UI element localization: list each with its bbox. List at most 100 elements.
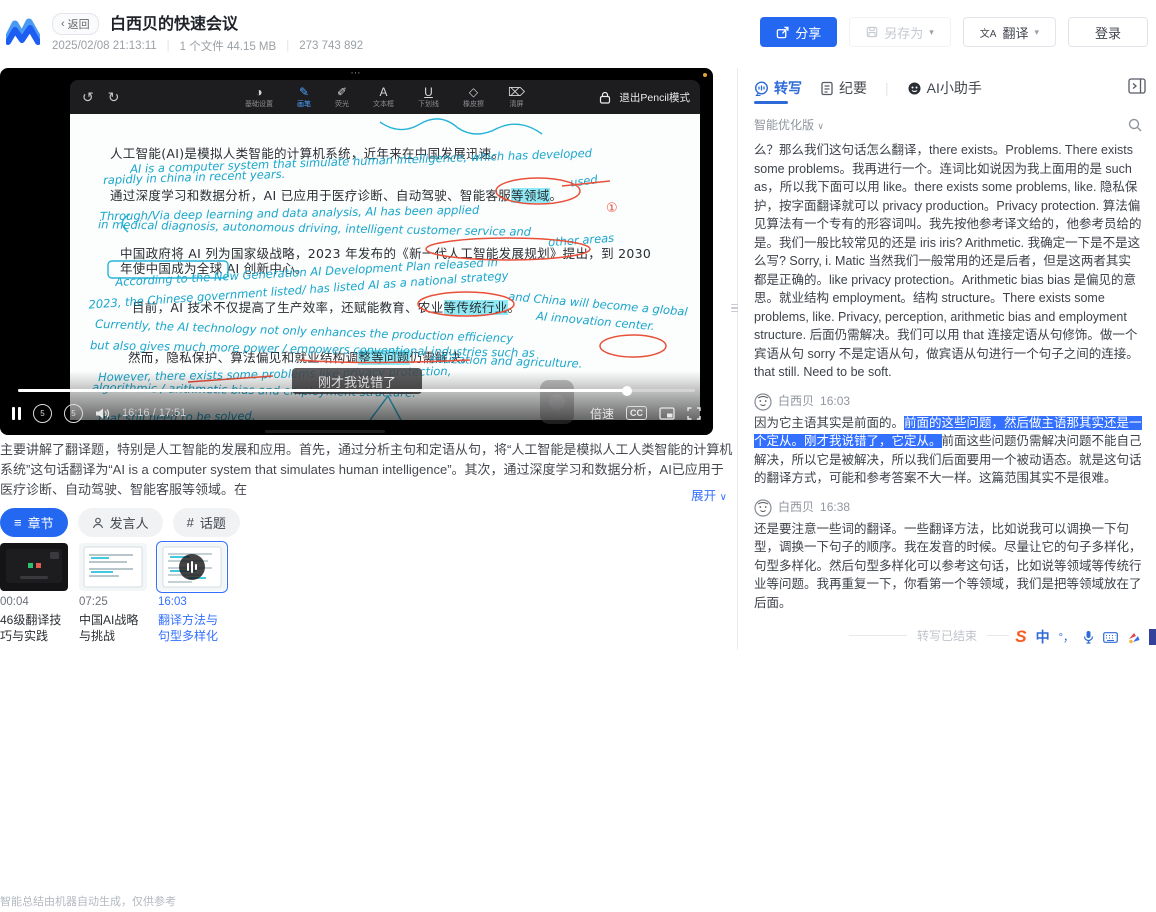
search-icon[interactable]	[1128, 118, 1142, 132]
menu-icon: ≡	[14, 515, 22, 530]
collapse-panel-icon[interactable]	[1128, 78, 1146, 94]
recording-dot	[703, 73, 707, 77]
entry-timestamp[interactable]: 16:03	[820, 392, 850, 411]
player-controls: 5 5 16:16 / 17:51 倍速 CC	[0, 371, 713, 435]
tool-eraser[interactable]: ◇ 橡皮擦	[463, 86, 484, 108]
transcribe-icon	[754, 81, 769, 96]
progress-bar[interactable]	[18, 389, 695, 392]
transcript-entry-header: 白西贝 16:38	[754, 499, 1142, 517]
sogou-logo-icon[interactable]: S	[1015, 627, 1026, 647]
app-logo-icon	[6, 16, 40, 46]
transcript-paragraph[interactable]: 么？那么我们这句话怎么翻译，there exists。Problems. The…	[754, 141, 1142, 382]
ai-assistant-icon	[907, 81, 922, 96]
app-header: ‹ 返回 白西贝的快速会议 2025/02/08 21:13:11 | 1 个文…	[0, 0, 1156, 62]
time-display: 16:16 / 17:51	[122, 407, 186, 419]
underline-icon: U	[424, 86, 433, 99]
pip-icon[interactable]	[659, 407, 675, 420]
back-button[interactable]: ‹ 返回	[52, 13, 99, 35]
tool-clear[interactable]: ⌦ 清屏	[508, 86, 525, 108]
entry-timestamp[interactable]: 16:38	[820, 498, 850, 517]
tool-highlighter[interactable]: ✐ 荧光	[335, 86, 349, 108]
version-dropdown[interactable]: 智能优化版 ∨	[754, 116, 824, 133]
clear-board-icon: ⌦	[508, 86, 525, 99]
fullscreen-icon[interactable]	[687, 407, 701, 420]
playing-indicator-icon	[179, 554, 205, 580]
video-player[interactable]: ⋯ ↺ ↻ ◑ 基础设置 ✎ 画笔 ✐ 荧光 A 文本框 U	[0, 68, 713, 435]
chapter-time[interactable]: 16:03	[158, 596, 237, 608]
tab-transcribe[interactable]: 转写	[754, 78, 802, 98]
transcript-entry-header: 白西贝 16:03	[754, 393, 1142, 411]
progress-knob[interactable]	[622, 386, 632, 396]
transcript-body[interactable]: 么？那么我们这句话怎么翻译，there exists。Problems. The…	[754, 138, 1142, 620]
filter-topics[interactable]: # 话题	[173, 508, 240, 537]
thumb-preview	[79, 543, 147, 591]
volume-icon[interactable]	[95, 407, 110, 420]
chevron-left-icon: ‹	[61, 18, 65, 30]
forward-5s-button[interactable]: 5	[64, 404, 83, 423]
ime-language-toggle[interactable]: 中	[1036, 627, 1050, 647]
tab-minutes[interactable]: 纪要	[820, 78, 867, 98]
expand-link[interactable]: 展开 ∨	[685, 486, 727, 508]
share-button[interactable]: 分享	[760, 17, 837, 47]
speaker-name[interactable]: 白西贝	[778, 392, 814, 411]
pause-button[interactable]	[12, 407, 21, 420]
login-button[interactable]: 登录	[1068, 17, 1148, 47]
filter-chapters[interactable]: ≡ 章节	[0, 508, 68, 537]
filter-speakers[interactable]: 发言人	[78, 508, 163, 537]
cc-button[interactable]: CC	[626, 406, 647, 420]
undo-icon[interactable]: ↺	[82, 89, 94, 106]
save-icon	[866, 26, 878, 38]
chapter-title[interactable]: 中国AI战略与挑战	[79, 612, 158, 644]
chapter-filters: ≡ 章节 发言人 # 话题	[0, 508, 240, 537]
caret-down-icon: ▾	[1034, 27, 1039, 38]
clipped-ime-icon[interactable]	[1149, 629, 1156, 645]
typed-line: 通过深度学习和数据分析，AI 已应用于医疗诊断、自动驾驶、智能客服等领域。	[110, 185, 562, 204]
speaker-avatar	[754, 393, 772, 411]
ime-toolbar[interactable]: S 中 °，	[1009, 626, 1156, 648]
keyboard-icon[interactable]	[1103, 632, 1118, 643]
chapter-thumb-2[interactable]	[79, 543, 147, 591]
highlighter-icon: ✐	[337, 86, 347, 99]
chapter-title[interactable]: 翻译方法与句型多样化	[158, 612, 237, 644]
person-icon	[92, 517, 104, 529]
back-label: 返回	[68, 16, 90, 32]
chapter-titles: 46级翻译技巧与实践 中国AI战略与挑战 翻译方法与句型多样化	[0, 612, 237, 644]
speed-button[interactable]: 倍速	[590, 405, 614, 422]
transcript-paragraph[interactable]: 还是要注意一些词的翻译。一些翻译方法，比如说我可以调换一下句型，调换一下句子的顺…	[754, 520, 1142, 613]
ime-punctuation-toggle[interactable]: °，	[1059, 629, 1074, 645]
transcript-paragraph[interactable]: 因为它主语其实是前面的。前面的这些问题，然后做主语那其实还是一个定从。刚才我说错…	[754, 414, 1142, 488]
translate-button[interactable]: 文A 翻译 ▾	[963, 17, 1056, 47]
speaker-name[interactable]: 白西贝	[778, 498, 814, 517]
summary-text: 主要讲解了翻译题，特别是人工智能的发展和应用。首先，通过分析主句和定语从句，将“…	[0, 442, 732, 497]
handwriting-line: education and agriculture.	[430, 351, 583, 370]
tool-pen[interactable]: ✎ 画笔	[297, 86, 311, 108]
handwriting-line: in medical diagnosis, autonomous driving…	[98, 217, 531, 239]
rewind-5s-button[interactable]: 5	[33, 404, 52, 423]
chapter-thumb-3[interactable]	[158, 543, 226, 591]
tool-underline[interactable]: U 下划线	[418, 86, 439, 108]
handwriting-line: used	[569, 172, 598, 189]
chapter-time[interactable]: 00:04	[0, 596, 79, 608]
meeting-meta: 2025/02/08 21:13:11 | 1 个文件 44.15 MB | 2…	[52, 38, 363, 54]
tool-text[interactable]: A 文本框	[373, 86, 394, 108]
tool-settings[interactable]: ◑ 基础设置	[245, 86, 273, 108]
lock-icon[interactable]	[599, 91, 611, 104]
translate-icon: 文A	[980, 25, 997, 40]
chapter-thumb-1[interactable]	[0, 543, 68, 591]
mic-icon[interactable]	[1083, 630, 1094, 644]
more-dots-icon: ⋯	[0, 68, 713, 79]
caret-down-icon: ▾	[929, 27, 934, 38]
chapter-time[interactable]: 07:25	[79, 596, 158, 608]
thumb-preview	[0, 543, 68, 591]
skin-palette-icon[interactable]	[1127, 631, 1140, 644]
save-as-button[interactable]: 另存为 ▾	[849, 17, 951, 47]
hash-icon: #	[187, 515, 194, 530]
exit-pencil-mode-button[interactable]: 退出Pencil模式	[619, 90, 690, 105]
redo-icon[interactable]: ↻	[108, 89, 120, 106]
transcript-panel: 转写 纪要 | AI小助手 智能优化版 ∨	[738, 68, 1156, 650]
chapter-title[interactable]: 46级翻译技巧与实践	[0, 612, 79, 644]
tab-ai-assistant[interactable]: AI小助手	[907, 78, 982, 98]
circled-number: ①	[606, 200, 618, 216]
ai-summary: 主要讲解了翻译题，特别是人工智能的发展和应用。首先，通过分析主句和定语从句，将“…	[0, 440, 733, 500]
speaker-avatar	[754, 499, 772, 517]
